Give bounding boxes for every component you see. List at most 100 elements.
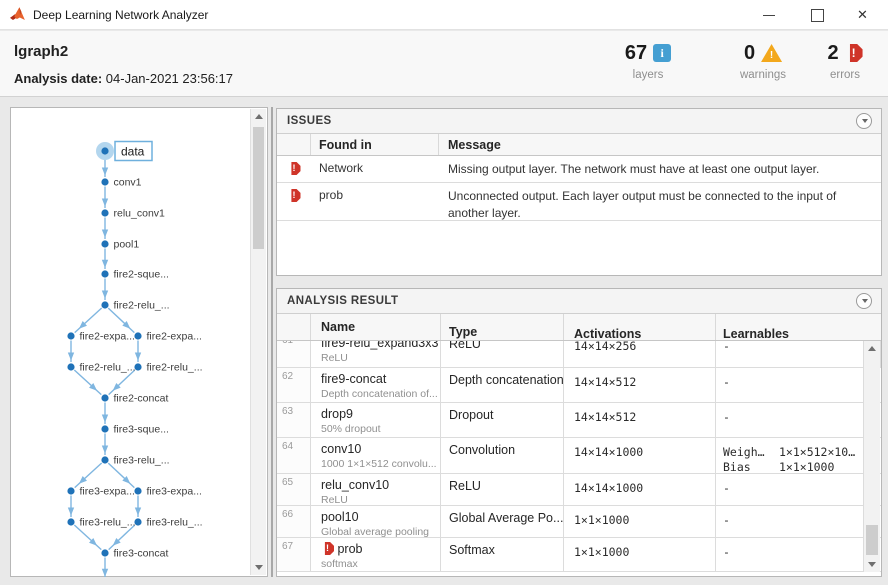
edge-arrow bbox=[102, 414, 108, 422]
graph-node-label-fire2-relu-left[interactable]: fire2-relu_... bbox=[80, 362, 136, 374]
graph-node-label-fire2-expand-left[interactable]: fire2-expa... bbox=[80, 331, 135, 343]
found-in-column-header: Found in bbox=[311, 134, 439, 155]
layer-learnables: - bbox=[716, 506, 881, 537]
edge-arrow bbox=[68, 352, 74, 360]
panel-splitter[interactable] bbox=[271, 107, 273, 577]
edge-arrow bbox=[102, 167, 108, 175]
graph-node-label-data[interactable]: data bbox=[121, 145, 145, 159]
analysis-panel-header: ANALYSIS RESULT bbox=[277, 289, 881, 314]
row-number: 61 bbox=[277, 341, 311, 367]
graph-node-fire2-relu-left[interactable] bbox=[67, 363, 74, 370]
layer-subtitle: 1000 1×1×512 convolu... bbox=[321, 458, 440, 470]
graph-node-label-conv1[interactable]: conv1 bbox=[114, 177, 142, 189]
analysis-header: lgraph2 Analysis date: 04-Jan-2021 23:56… bbox=[0, 31, 888, 97]
graph-node-label-fire3-relu-left[interactable]: fire3-relu_... bbox=[80, 517, 136, 529]
analysis-collapse-button[interactable] bbox=[856, 293, 872, 309]
graph-node-label-fire3-expand-left[interactable]: fire3-expa... bbox=[80, 486, 135, 498]
layer-activations: 14×14×256 bbox=[564, 341, 716, 367]
layer-subtitle: Global average pooling bbox=[321, 526, 440, 538]
graph-node-fire2-concat[interactable] bbox=[101, 394, 108, 401]
graph-node-fire3-squeeze[interactable] bbox=[101, 425, 108, 432]
graph-node-label-fire3-relu[interactable]: fire3-relu_... bbox=[114, 455, 170, 467]
analysis-date-value: 04-Jan-2021 23:56:17 bbox=[106, 71, 233, 86]
graph-node-label-fire2-relu-right[interactable]: fire2-relu_... bbox=[147, 362, 203, 374]
layer-subtitle: ReLU bbox=[321, 352, 440, 364]
graph-node-label-fire2-squeeze[interactable]: fire2-sque... bbox=[114, 269, 169, 281]
table-row[interactable]: 67 prob softmax Softmax 1×1×1000 - bbox=[277, 538, 881, 572]
table-row[interactable]: 61 fire9-relu_expand3x3 ReLU ReLU 14×14×… bbox=[277, 341, 881, 368]
layer-learnables: - bbox=[716, 403, 881, 437]
graph-node-label-fire3-relu-right[interactable]: fire3-relu_... bbox=[147, 517, 203, 529]
graph-node-fire3-concat[interactable] bbox=[101, 549, 108, 556]
analysis-table-header: Name Type Activations Learnables bbox=[277, 314, 881, 341]
graph-node-fire3-expand-right[interactable] bbox=[134, 487, 141, 494]
graph-node-label-fire2-concat[interactable]: fire2-concat bbox=[114, 393, 169, 405]
graph-node-conv1[interactable] bbox=[101, 178, 108, 185]
layer-learnables: Weigh… 1×1×512×10… Bias 1×1×1000 bbox=[716, 438, 881, 473]
layer-subtitle: softmax bbox=[321, 558, 440, 570]
issues-collapse-button[interactable] bbox=[856, 113, 872, 129]
layer-type: Global Average Po... bbox=[441, 506, 564, 537]
graph-edge bbox=[109, 525, 135, 549]
analysis-table-body: 61 fire9-relu_expand3x3 ReLU ReLU 14×14×… bbox=[277, 341, 881, 572]
graph-node-relu_conv1[interactable] bbox=[101, 209, 108, 216]
issues-panel: ISSUES Found in Message Network Missing … bbox=[276, 108, 882, 276]
graph-node-fire2-expand-left[interactable] bbox=[67, 332, 74, 339]
scroll-down-button[interactable] bbox=[251, 560, 266, 575]
layers-label: layers bbox=[605, 69, 691, 81]
graph-edge bbox=[75, 308, 102, 333]
layer-subtitle: Depth concatenation of... bbox=[321, 388, 440, 400]
minimize-button[interactable] bbox=[757, 0, 781, 30]
analysis-scrollbar-thumb[interactable] bbox=[866, 525, 878, 555]
graph-node-fire3-relu-left[interactable] bbox=[67, 518, 74, 525]
scroll-up-button[interactable] bbox=[251, 109, 266, 124]
learnable-value: 1×1×512×10… bbox=[779, 445, 855, 460]
scroll-up-button[interactable] bbox=[864, 341, 880, 356]
table-row[interactable]: 65 relu_conv10 ReLU ReLU 14×14×1000 - bbox=[277, 474, 881, 506]
network-graph[interactable]: data conv1 relu_conv1 pool1 fire2-sque... fir… bbox=[12, 109, 251, 577]
graph-node-fire2-relu-right[interactable] bbox=[134, 363, 141, 370]
issue-row[interactable]: prob Unconnected output. Each layer outp… bbox=[277, 183, 881, 221]
analysis-vertical-scrollbar[interactable] bbox=[863, 341, 880, 572]
graph-node-fire3-relu[interactable] bbox=[101, 456, 108, 463]
layer-name: drop9 bbox=[321, 403, 440, 421]
type-column-header: Type bbox=[441, 314, 564, 340]
maximize-button[interactable] bbox=[805, 0, 829, 30]
layer-activations: 14×14×512 bbox=[564, 368, 716, 402]
network-graph-panel[interactable]: data conv1 relu_conv1 pool1 fire2-sque... fir… bbox=[10, 107, 268, 577]
graph-node-label-relu_conv1[interactable]: relu_conv1 bbox=[114, 208, 166, 220]
layer-learnables: - bbox=[716, 341, 880, 367]
graph-node-data[interactable] bbox=[101, 147, 108, 154]
graph-node-fire2-squeeze[interactable] bbox=[101, 270, 108, 277]
layer-type: Depth concatenation bbox=[441, 368, 564, 402]
graph-edge bbox=[108, 308, 134, 332]
graph-node-fire3-relu-right[interactable] bbox=[134, 518, 141, 525]
graph-node-fire2-expand-right[interactable] bbox=[134, 332, 141, 339]
graph-node-label-fire2-expand-right[interactable]: fire2-expa... bbox=[147, 331, 202, 343]
graph-node-fire2-relu[interactable] bbox=[101, 301, 108, 308]
table-row[interactable]: 66 pool10 Global average pooling Global … bbox=[277, 506, 881, 538]
table-row[interactable]: 64 conv10 1000 1×1×512 convolu... Convol… bbox=[277, 438, 881, 474]
graph-vertical-scrollbar[interactable] bbox=[250, 109, 266, 575]
table-row[interactable]: 63 drop9 50% dropout Dropout 14×14×512 - bbox=[277, 403, 881, 438]
graph-scrollbar-thumb[interactable] bbox=[253, 127, 264, 249]
row-number: 64 bbox=[277, 438, 311, 473]
graph-node-label-fire2-relu[interactable]: fire2-relu_... bbox=[114, 300, 170, 312]
close-button[interactable] bbox=[852, 0, 876, 30]
name-column-header: Name bbox=[311, 314, 441, 340]
graph-node-pool1[interactable] bbox=[101, 240, 108, 247]
analysis-date-label: Analysis date: bbox=[14, 71, 102, 86]
graph-node-label-fire3-expand-right[interactable]: fire3-expa... bbox=[147, 486, 202, 498]
graph-node-label-fire3-concat[interactable]: fire3-concat bbox=[114, 548, 169, 560]
analysis-result-panel: ANALYSIS RESULT Name Type Activations Le… bbox=[276, 288, 882, 577]
matlab-logo-icon bbox=[10, 6, 27, 23]
graph-node-fire3-expand-left[interactable] bbox=[67, 487, 74, 494]
scroll-down-button[interactable] bbox=[864, 557, 880, 572]
table-row[interactable]: 62 fire9-concat Depth concatenation of..… bbox=[277, 368, 881, 403]
layer-type: ReLU bbox=[441, 341, 564, 367]
graph-node-label-fire3-squeeze[interactable]: fire3-sque... bbox=[114, 424, 169, 436]
graph-node-label-pool1[interactable]: pool1 bbox=[114, 239, 140, 251]
issue-row[interactable]: Network Missing output layer. The networ… bbox=[277, 156, 881, 183]
graph-edge bbox=[108, 463, 134, 487]
graph-edge bbox=[75, 463, 102, 488]
